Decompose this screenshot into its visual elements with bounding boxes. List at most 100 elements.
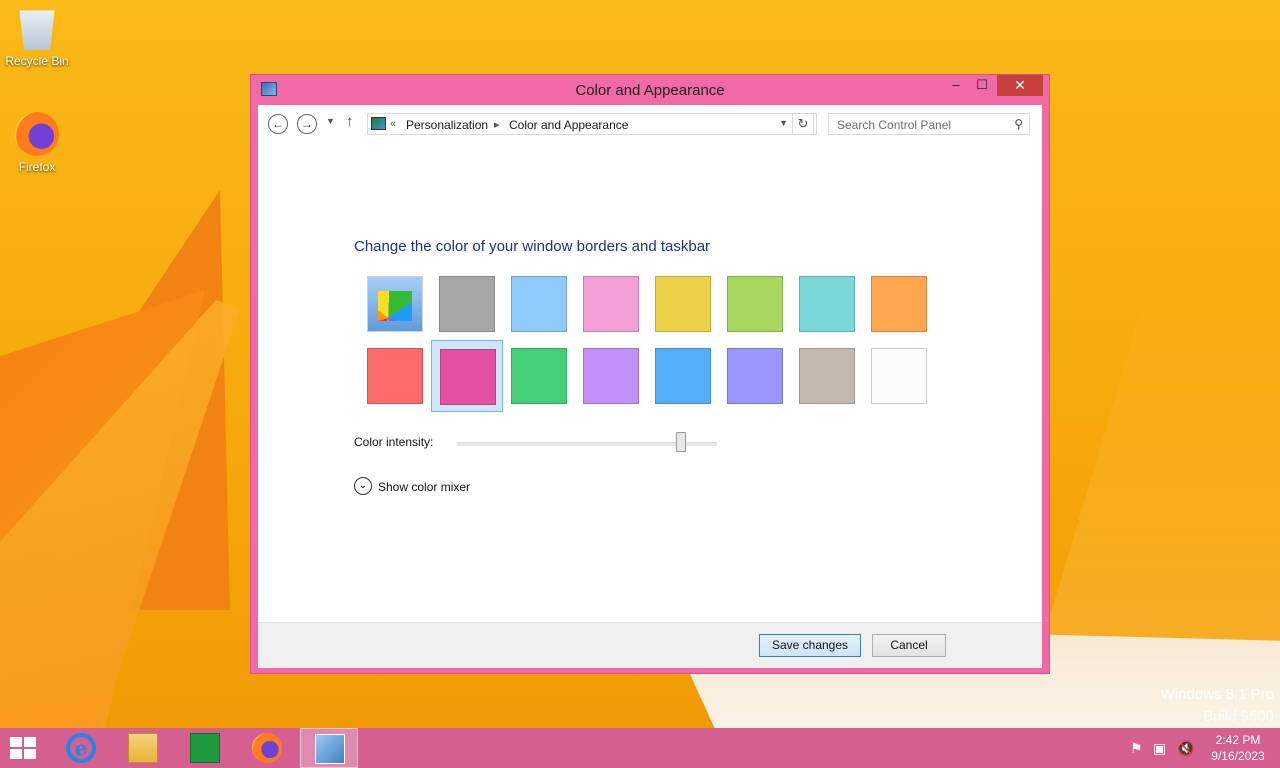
- forward-button[interactable]: →: [297, 114, 317, 134]
- search-placeholder: Search Control Panel: [837, 118, 952, 132]
- taskbar-file-explorer[interactable]: [114, 728, 172, 768]
- control-panel-icon: [315, 734, 345, 764]
- taskbar-store[interactable]: [176, 728, 234, 768]
- swatch-color: [799, 348, 855, 404]
- color-swatch-automatic[interactable]: [359, 268, 431, 340]
- swatch-color: [511, 348, 567, 404]
- maximize-button[interactable]: ☐: [969, 75, 995, 96]
- firefox-icon: [252, 733, 282, 763]
- desktop-icon-label: Recycle Bin: [5, 54, 69, 68]
- windows-watermark: Windows 8.1 Pro Build 9600: [1161, 684, 1274, 728]
- color-swatch-teal[interactable]: [791, 268, 863, 340]
- color-palette-icon: [368, 277, 422, 331]
- wallpaper-shape: [1040, 300, 1280, 650]
- start-button[interactable]: [10, 737, 38, 761]
- swatch-color: [583, 276, 639, 332]
- swatch-color: [367, 276, 423, 332]
- store-icon: [190, 733, 220, 763]
- color-and-appearance-window: Color and Appearance – ☐ ✕ ← → ▼ ↑ « Per…: [250, 74, 1050, 674]
- search-input[interactable]: Search Control Panel ⚲: [828, 113, 1030, 135]
- refresh-icon: ↻: [797, 116, 809, 131]
- color-swatch-blue[interactable]: [647, 340, 719, 412]
- start-icon: [24, 737, 36, 747]
- chevron-down-icon: ▼: [326, 116, 335, 126]
- desktop-icon-recycle-bin[interactable]: Recycle Bin: [2, 6, 72, 68]
- arrow-up-icon: ↑: [346, 113, 354, 130]
- breadcrumb-overflow[interactable]: «: [390, 118, 396, 130]
- color-swatch-green[interactable]: [503, 340, 575, 412]
- show-color-mixer-label[interactable]: Show color mixer: [378, 480, 470, 494]
- address-history-button[interactable]: ▼: [779, 118, 788, 128]
- color-swatch-sky-blue[interactable]: [503, 268, 575, 340]
- swatch-color: [367, 348, 423, 404]
- volume-muted-icon[interactable]: 🔇: [1177, 740, 1194, 757]
- taskbar: e ⚑ ▣ 🔇 2:42 PM 9/16/2023: [0, 728, 1280, 768]
- color-swatch-magenta[interactable]: [431, 340, 503, 412]
- swatch-color: [727, 348, 783, 404]
- swatch-color: [440, 349, 496, 405]
- network-icon[interactable]: ▣: [1153, 740, 1166, 757]
- slider-thumb[interactable]: [675, 432, 686, 452]
- chevron-down-icon: ⌄: [358, 480, 368, 491]
- save-changes-button[interactable]: Save changes: [759, 634, 861, 657]
- navigation-bar: ← → ▼ ↑ « Personalization ▸ Color and Ap…: [258, 105, 1042, 143]
- swatch-color: [871, 348, 927, 404]
- refresh-button[interactable]: ↻: [792, 113, 814, 135]
- clock-time: 2:42 PM: [1215, 733, 1261, 747]
- cancel-button[interactable]: Cancel: [872, 634, 946, 657]
- window-titlebar[interactable]: Color and Appearance – ☐ ✕: [251, 75, 1049, 105]
- desktop-icon-firefox[interactable]: Firefox: [2, 112, 72, 174]
- watermark-edition: Windows 8.1 Pro: [1160, 686, 1274, 703]
- color-swatch-lavender[interactable]: [575, 340, 647, 412]
- search-icon[interactable]: ⚲: [1014, 117, 1023, 131]
- clock-date: 9/16/2023: [1211, 749, 1265, 763]
- page-heading: Change the color of your window borders …: [354, 238, 711, 255]
- swatch-color: [511, 276, 567, 332]
- swatch-color: [439, 276, 495, 332]
- desktop-icon-label: Firefox: [18, 160, 56, 174]
- swatch-color: [727, 276, 783, 332]
- swatch-color: [871, 276, 927, 332]
- breadcrumb-color-and-appearance[interactable]: Color and Appearance: [509, 118, 628, 132]
- recent-locations-button[interactable]: ▼: [326, 116, 335, 126]
- minimize-button[interactable]: –: [943, 75, 969, 96]
- color-swatch-gray[interactable]: [431, 268, 503, 340]
- color-swatch-orange[interactable]: [863, 268, 935, 340]
- arrow-right-icon: →: [301, 117, 313, 131]
- address-bar[interactable]: « Personalization ▸ Color and Appearance…: [367, 113, 817, 135]
- file-explorer-icon: [128, 733, 158, 763]
- color-swatch-taupe[interactable]: [791, 340, 863, 412]
- start-icon: [10, 749, 22, 759]
- color-intensity-label: Color intensity:: [354, 435, 434, 449]
- control-panel-icon: [371, 117, 386, 130]
- action-center-flag-icon[interactable]: ⚑: [1130, 740, 1143, 757]
- color-fan-icon: [378, 291, 412, 321]
- breadcrumb-separator[interactable]: ▸: [494, 118, 500, 131]
- color-swatch-periwinkle[interactable]: [719, 340, 791, 412]
- internet-explorer-icon: e: [66, 733, 96, 763]
- back-button[interactable]: ←: [268, 114, 288, 134]
- swatch-color: [655, 348, 711, 404]
- color-swatch-yellow[interactable]: [647, 268, 719, 340]
- window-footer: Save changes Cancel: [258, 622, 1042, 668]
- start-icon: [10, 737, 22, 747]
- swatch-color: [655, 276, 711, 332]
- firefox-icon: [15, 112, 59, 156]
- breadcrumb-personalization[interactable]: Personalization: [406, 118, 488, 132]
- start-icon: [24, 749, 36, 759]
- arrow-left-icon: ←: [272, 117, 284, 131]
- chevron-down-icon: ▼: [779, 118, 788, 128]
- close-button[interactable]: ✕: [997, 75, 1043, 96]
- taskbar-internet-explorer[interactable]: e: [52, 728, 110, 768]
- show-color-mixer-toggle[interactable]: ⌄: [354, 477, 372, 495]
- color-swatch-lime[interactable]: [719, 268, 791, 340]
- taskbar-clock[interactable]: 2:42 PM 9/16/2023: [1206, 732, 1270, 764]
- up-button[interactable]: ↑: [346, 113, 354, 130]
- swatch-color: [583, 348, 639, 404]
- swatch-color: [799, 276, 855, 332]
- taskbar-firefox[interactable]: [238, 728, 296, 768]
- color-swatch-white[interactable]: [863, 340, 935, 412]
- color-swatch-red[interactable]: [359, 340, 431, 412]
- taskbar-control-panel[interactable]: [300, 728, 358, 768]
- color-swatch-light-pink[interactable]: [575, 268, 647, 340]
